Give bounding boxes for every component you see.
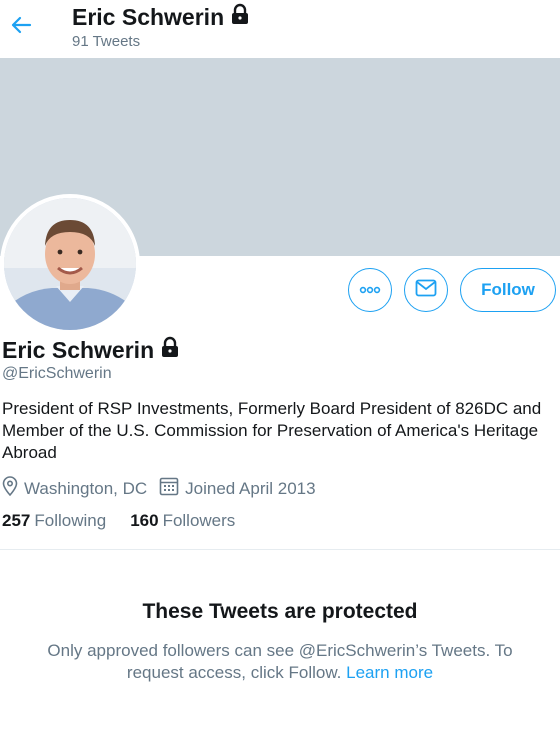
header-name: Eric Schwerin xyxy=(72,4,225,30)
followers-label: Followers xyxy=(162,511,236,530)
protected-text: Only approved followers can see @EricSch… xyxy=(47,641,513,682)
followers-number: 160 xyxy=(130,511,159,530)
envelope-icon xyxy=(415,279,437,302)
followers-count[interactable]: 160 Followers xyxy=(130,511,235,531)
join-date-text: Joined April 2013 xyxy=(185,478,316,498)
more-dots-icon xyxy=(359,281,381,299)
following-number: 257 xyxy=(2,511,31,530)
lock-icon xyxy=(230,3,250,31)
back-arrow-icon[interactable] xyxy=(8,10,34,40)
join-date: Joined April 2013 xyxy=(159,476,316,501)
follow-button[interactable]: Follow xyxy=(460,268,556,312)
divider xyxy=(0,549,560,550)
more-options-button[interactable] xyxy=(348,268,392,312)
following-label: Following xyxy=(34,511,107,530)
location-pin-icon xyxy=(2,476,18,501)
profile-name: Eric Schwerin xyxy=(2,336,180,364)
profile-header: Eric Schwerin 91 Tweets xyxy=(0,0,560,58)
avatar[interactable] xyxy=(0,194,140,334)
lock-icon xyxy=(160,336,180,364)
location: Washington, DC xyxy=(2,476,147,501)
tweet-count: 91 Tweets xyxy=(72,33,141,50)
calendar-icon xyxy=(159,476,179,501)
follow-counts: 257 Following 160 Followers xyxy=(2,511,235,531)
profile-handle: @EricSchwerin xyxy=(2,365,112,382)
profile-meta: Washington, DC Joined April 2013 xyxy=(2,476,328,501)
protected-title: These Tweets are protected xyxy=(142,600,418,623)
learn-more-link[interactable]: Learn more xyxy=(346,663,433,682)
protected-message: Only approved followers can see @EricSch… xyxy=(20,640,540,684)
following-count[interactable]: 257 Following xyxy=(2,511,106,531)
location-text: Washington, DC xyxy=(24,478,148,498)
profile-bio: President of RSP Investments, Formerly B… xyxy=(2,399,542,462)
message-button[interactable] xyxy=(404,268,448,312)
profile-name-text: Eric Schwerin xyxy=(2,336,155,363)
profile-actions: Follow xyxy=(348,268,556,312)
header-title: Eric Schwerin xyxy=(72,3,250,31)
